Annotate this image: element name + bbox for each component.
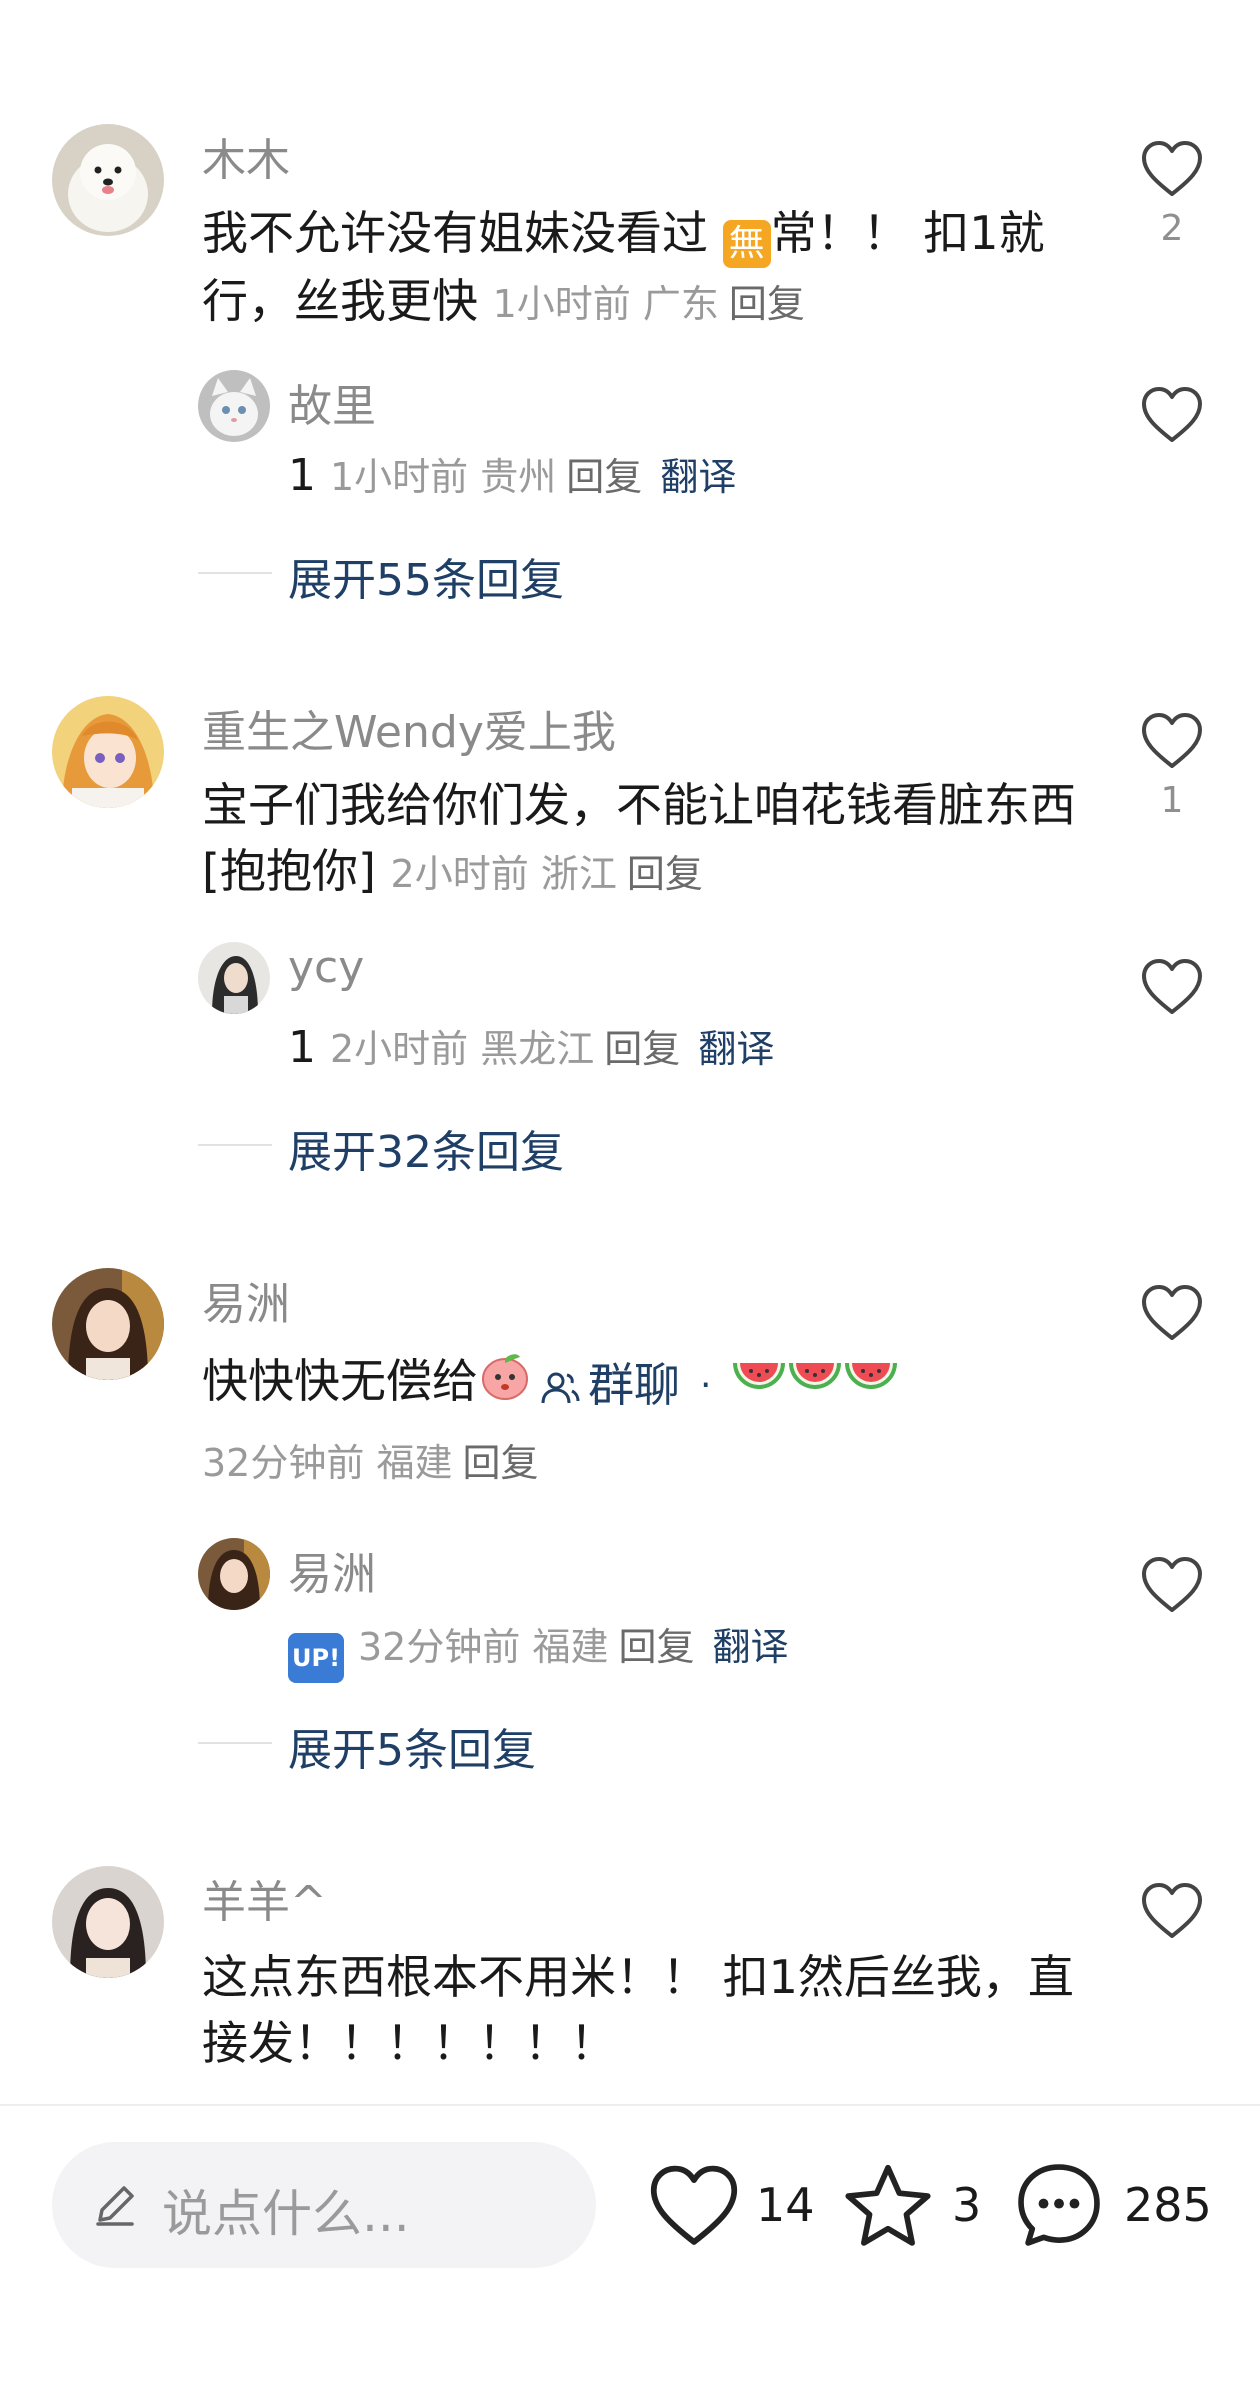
username[interactable]: 木木: [202, 124, 290, 188]
divider-line: [198, 572, 272, 574]
watermelon-icon: [731, 1352, 787, 1418]
like-button[interactable]: [1140, 1556, 1204, 1614]
like-action[interactable]: 14: [648, 2156, 818, 2256]
reply-avatar[interactable]: [198, 370, 270, 442]
reply-username[interactable]: 故里: [288, 370, 376, 434]
username[interactable]: 重生之Wendy爱上我: [202, 696, 616, 760]
pencil-icon: [96, 2186, 134, 2226]
heart-icon: [1142, 141, 1202, 196]
translate-button[interactable]: 翻译: [712, 1625, 788, 1669]
comment-input[interactable]: 说点什么...: [52, 2142, 596, 2268]
heart-icon: [1142, 1557, 1202, 1612]
like-count: 2: [1160, 208, 1184, 249]
reply-meta: 1小时前 贵州: [330, 455, 557, 499]
like-button[interactable]: 1: [1140, 712, 1204, 821]
like-button[interactable]: [1140, 958, 1204, 1016]
heart-icon: [1142, 713, 1202, 768]
reply-username[interactable]: ycy: [288, 942, 364, 993]
reply-avatar[interactable]: [198, 942, 270, 1014]
expand-replies-label[interactable]: 展开55条回复: [288, 544, 564, 608]
heart-icon: [1142, 1883, 1202, 1938]
group-chat-link[interactable]: 群聊: [540, 1352, 680, 1418]
avatar[interactable]: [52, 124, 164, 236]
heart-icon: [1142, 959, 1202, 1014]
comment-text: 我不允许没有姐妹没看过 無常！！ 扣1就行，丝我更快 1小时前 广东 回复: [202, 206, 1045, 328]
divider-line: [198, 1742, 272, 1744]
heart-icon: [1142, 1285, 1202, 1340]
like-button[interactable]: [1140, 1284, 1204, 1342]
reply-avatar[interactable]: [198, 1538, 270, 1610]
avatar[interactable]: [52, 696, 164, 808]
reply-button[interactable]: 回复: [566, 455, 642, 499]
wu-badge: 無: [722, 220, 771, 268]
bottom-action-bar: 说点什么... 14 3 285: [0, 2106, 1260, 2394]
avatar[interactable]: [52, 1866, 164, 1978]
reply-button[interactable]: 回复: [627, 852, 703, 896]
reply-button[interactable]: 回复: [618, 1625, 694, 1669]
comment-count: 285: [1124, 2178, 1212, 2232]
reply-text: UP! 32分钟前 福建 回复 翻译: [288, 1616, 789, 1683]
divider-line: [198, 1144, 272, 1146]
like-button[interactable]: [1140, 386, 1204, 444]
heart-icon: [1142, 387, 1202, 442]
comment-text: 快快快无偿给 群聊 ·: [202, 1348, 1082, 1420]
avatar[interactable]: [52, 1268, 164, 1380]
comment-bubble-icon: [1018, 2164, 1100, 2246]
like-count: 1: [1160, 780, 1184, 821]
favorite-count: 3: [952, 2178, 982, 2232]
translate-button[interactable]: 翻译: [660, 455, 736, 499]
watermelon-icon: [843, 1352, 899, 1418]
up-badge: UP!: [288, 1633, 344, 1683]
watermelon-icon: [787, 1352, 843, 1418]
reply-meta: 32分钟前 福建: [358, 1625, 609, 1669]
comment-meta: 2小时前 浙江: [390, 852, 617, 896]
reply-text: 1 1小时前 贵州 回复 翻译: [288, 450, 737, 501]
like-button[interactable]: [1140, 1882, 1204, 1940]
comment-input-placeholder: 说点什么...: [162, 2185, 410, 2243]
username[interactable]: 羊羊^: [202, 1866, 327, 1930]
reply-button[interactable]: 回复: [604, 1027, 680, 1071]
comment-text: 这点东西根本不用米！！ 扣1然后丝我，直接发！！！！！！！: [202, 1950, 1074, 2070]
reply-text: 1 2小时前 黑龙江 回复 翻译: [288, 1022, 775, 1073]
translate-button[interactable]: 翻译: [698, 1027, 774, 1071]
like-button[interactable]: 2: [1140, 140, 1204, 249]
reply-username[interactable]: 易洲: [288, 1538, 376, 1602]
reply-button[interactable]: 回复: [462, 1441, 538, 1485]
comment-meta: 32分钟前 福建 回复: [202, 1441, 539, 1485]
star-icon: [845, 2164, 931, 2246]
favorite-action[interactable]: 3: [842, 2156, 992, 2256]
comment-text: 宝子们我给你们发，不能让咱花钱看脏东西[抱抱你] 2小时前 浙江 回复: [202, 778, 1076, 898]
like-count: 14: [756, 2178, 815, 2232]
comment-feed[interactable]: 木木 我不允许没有姐妹没看过 無常！！ 扣1就行，丝我更快 1小时前 广东 回复 …: [0, 0, 1260, 2104]
expand-replies-label[interactable]: 展开32条回复: [288, 1116, 564, 1180]
reply-meta: 2小时前 黑龙江: [330, 1027, 595, 1071]
group-people-icon: [541, 1372, 580, 1403]
expand-replies-label[interactable]: 展开5条回复: [288, 1714, 536, 1778]
peach-face-emoji-icon: [478, 1349, 532, 1420]
username[interactable]: 易洲: [202, 1268, 290, 1332]
heart-icon: [650, 2165, 738, 2245]
comment-meta: 1小时前 广东: [492, 282, 719, 326]
reply-button[interactable]: 回复: [729, 282, 805, 326]
comment-action[interactable]: 285: [1014, 2156, 1214, 2256]
